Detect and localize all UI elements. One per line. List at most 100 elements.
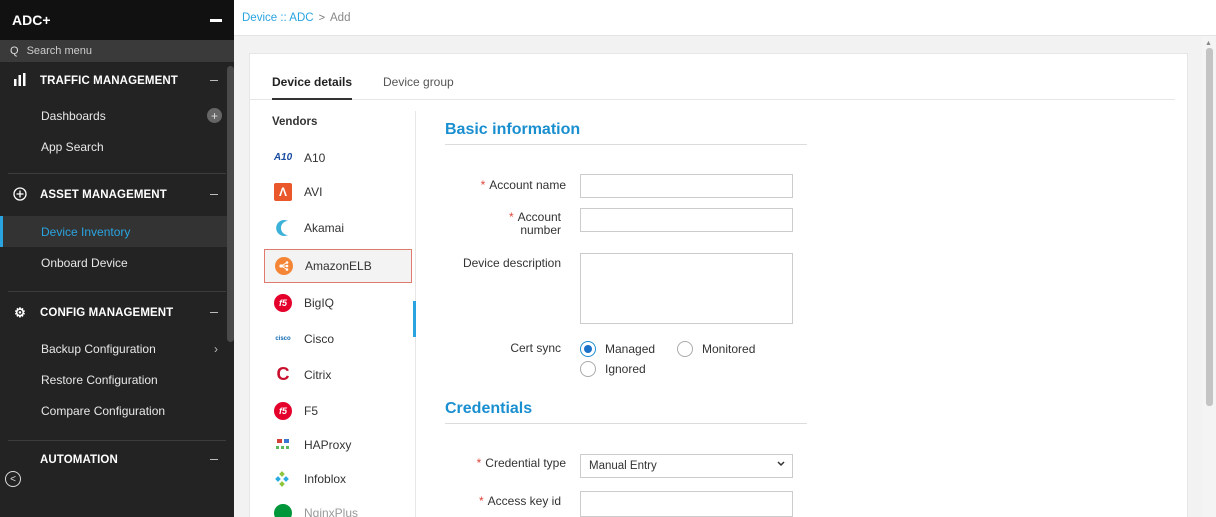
vendor-list: Vendors A10 A10 Λ AVI Akamai AmazonELB f… [250, 111, 416, 517]
vendor-avi[interactable]: Λ AVI [264, 176, 412, 207]
amazon-elb-logo-icon [275, 257, 293, 275]
add-dashboard-icon[interactable]: + [207, 108, 222, 123]
cert-sync-monitored-radio[interactable]: Monitored [677, 341, 755, 357]
breadcrumb-link[interactable]: Device :: ADC [242, 12, 314, 24]
radio-label: Ignored [605, 362, 646, 376]
section-label: CONFIG MANAGEMENT [40, 306, 174, 319]
label-text: Account [517, 210, 561, 224]
vendor-cisco[interactable]: cisco Cisco [264, 323, 412, 354]
avi-logo-icon: Λ [274, 182, 292, 201]
account-name-input[interactable] [580, 174, 793, 198]
f5-logo-icon: f5 [274, 401, 292, 420]
collapse-section-icon[interactable] [210, 80, 218, 81]
tab-device-group[interactable]: Device group [383, 75, 454, 89]
radio-label: Managed [605, 342, 656, 356]
cert-sync-label: Cert sync [510, 341, 561, 355]
required-mark: * [476, 456, 482, 470]
account-number-input[interactable] [580, 208, 793, 232]
section-asset-management[interactable]: ASSET MANAGEMENT [0, 174, 234, 216]
radio-unselected-icon [580, 361, 596, 377]
vendor-bigiq[interactable]: f5 BigIQ [264, 287, 412, 318]
vendor-infoblox[interactable]: Infoblox [264, 463, 412, 494]
sidebar-header: ADC+ [0, 0, 234, 40]
scrollbar-thumb[interactable] [1206, 48, 1213, 406]
vendor-a10[interactable]: A10 A10 [264, 142, 412, 173]
f5-logo-icon: f5 [274, 293, 292, 312]
access-key-label: * Access key id [445, 495, 561, 508]
sidebar-scrollbar[interactable] [227, 66, 234, 342]
collapse-sidebar-icon[interactable]: < [5, 471, 21, 487]
radio-unselected-icon [677, 341, 693, 357]
haproxy-logo-icon [274, 436, 292, 454]
breadcrumb: Device :: ADC > Add [234, 0, 1216, 36]
collapse-section-icon[interactable] [210, 459, 218, 460]
citrix-logo-icon: C [276, 364, 290, 384]
section-traffic-management[interactable]: TRAFFIC MANAGEMENT [0, 62, 234, 100]
device-description-label: Device description [462, 256, 561, 270]
section-divider [445, 423, 807, 424]
cisco-logo-icon: cisco [275, 335, 291, 342]
section-label: AUTOMATION [40, 454, 118, 466]
cert-sync-ignored-radio[interactable]: Ignored [580, 361, 646, 377]
sidebar-item-compare-configuration[interactable]: Compare Configuration [0, 395, 234, 426]
device-form-card: Device details Device group Vendors A10 … [249, 53, 1188, 517]
a10-logo-icon: A10 [273, 152, 293, 163]
sidebar-item-label: Restore Configuration [41, 372, 158, 387]
plus-circle-icon [10, 186, 30, 204]
section-automation[interactable]: AUTOMATION [0, 441, 234, 479]
vendor-akamai[interactable]: Akamai [264, 212, 412, 243]
vendor-nginxplus[interactable]: NginxPlus [264, 497, 412, 517]
sidebar-item-dashboards[interactable]: Dashboards + [0, 100, 234, 131]
section-label: ASSET MANAGEMENT [40, 189, 167, 201]
vendor-label: HAProxy [304, 437, 352, 452]
collapse-section-icon[interactable] [210, 312, 218, 313]
sidebar-item-onboard-device[interactable]: Onboard Device [0, 247, 234, 278]
tab-device-details[interactable]: Device details [272, 75, 353, 100]
required-mark: * [478, 494, 484, 508]
credential-type-select[interactable]: Manual Entry [580, 454, 793, 478]
vendor-label: A10 [304, 150, 326, 165]
breadcrumb-separator: > [318, 11, 326, 24]
scroll-up-icon[interactable]: ▲ [1205, 40, 1212, 47]
sidebar-item-restore-configuration[interactable]: Restore Configuration [0, 364, 234, 395]
vendor-amazonelb[interactable]: AmazonELB [264, 249, 412, 283]
collapse-section-icon[interactable] [210, 194, 218, 195]
sidebar-item-label: Dashboards [41, 108, 106, 123]
basic-information-title: Basic information [445, 121, 581, 138]
cert-sync-managed-radio[interactable]: Managed [580, 341, 655, 357]
collapse-menu-button[interactable] [210, 18, 222, 22]
page-scrollbar[interactable]: ▲ [1202, 36, 1216, 517]
vendor-haproxy[interactable]: HAProxy [264, 429, 412, 460]
search-menu-input[interactable]: Q Search menu [0, 40, 234, 62]
akamai-logo-icon [274, 219, 292, 237]
vendor-citrix[interactable]: C Citrix [264, 359, 412, 390]
vendor-f5[interactable]: f5 F5 [264, 395, 412, 426]
bar-chart-icon [10, 73, 30, 89]
account-name-label: * Account name [445, 179, 566, 192]
sidebar-item-label: Device Inventory [41, 224, 131, 239]
section-label: TRAFFIC MANAGEMENT [40, 75, 178, 87]
infoblox-logo-icon [274, 470, 292, 488]
app-title: ADC+ [12, 12, 51, 28]
sidebar-item-device-inventory[interactable]: Device Inventory [0, 216, 234, 247]
vendor-label: BigIQ [304, 295, 335, 310]
label-text: Access key id [487, 494, 561, 508]
sidebar-item-label: App Search [41, 139, 104, 154]
section-divider [445, 144, 807, 145]
device-description-textarea[interactable] [580, 253, 793, 324]
vendor-label: Infoblox [304, 471, 347, 486]
select-value: Manual Entry [589, 460, 657, 472]
search-icon: Q [10, 45, 19, 57]
sidebar: ADC+ Q Search menu TRAFFIC MANAGEMENT Da… [0, 0, 234, 517]
required-mark: * [508, 210, 514, 224]
gear-group-icon: ⚙ [14, 304, 26, 320]
chevron-right-icon[interactable]: › [214, 342, 218, 356]
access-key-input[interactable] [580, 491, 793, 517]
device-form: Basic information * Account name * Account… [416, 111, 1187, 517]
chevron-down-icon [776, 458, 786, 471]
label-text: Account name [489, 178, 566, 192]
vendor-label: AmazonELB [305, 259, 372, 273]
section-config-management[interactable]: ⚙ CONFIG MANAGEMENT [0, 292, 234, 333]
sidebar-item-backup-configuration[interactable]: Backup Configuration › [0, 333, 234, 364]
sidebar-item-app-search[interactable]: App Search [0, 131, 234, 162]
